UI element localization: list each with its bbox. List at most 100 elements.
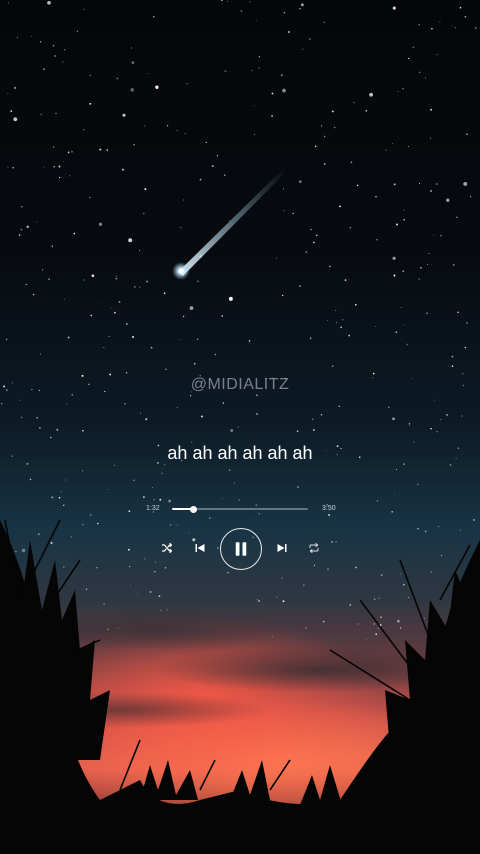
star — [324, 135, 326, 137]
star — [221, 315, 224, 317]
star — [463, 181, 468, 186]
star — [227, 571, 229, 574]
star — [298, 180, 302, 183]
star — [314, 145, 317, 148]
star — [133, 143, 135, 146]
star — [116, 77, 119, 80]
star — [430, 571, 433, 573]
star — [139, 250, 141, 252]
star — [90, 314, 93, 317]
star — [470, 196, 472, 198]
star — [456, 216, 458, 218]
pause-button[interactable] — [220, 528, 262, 570]
star — [282, 294, 284, 297]
star — [365, 110, 368, 112]
star — [106, 149, 108, 151]
star — [392, 256, 396, 260]
star — [327, 568, 329, 571]
star — [222, 498, 224, 500]
star — [369, 92, 373, 97]
star — [40, 113, 43, 116]
star — [271, 92, 274, 95]
star — [32, 293, 35, 296]
star — [1, 403, 3, 405]
star — [396, 223, 398, 226]
star — [288, 31, 290, 33]
star — [281, 577, 283, 579]
star — [403, 209, 405, 211]
star — [336, 321, 338, 323]
watermark-text: @MIDIALITZ — [190, 376, 290, 393]
progress-knob[interactable] — [190, 505, 198, 513]
star — [392, 143, 394, 145]
star — [451, 365, 454, 367]
star — [452, 264, 455, 266]
star — [128, 238, 133, 243]
star — [459, 6, 462, 9]
star — [155, 85, 159, 89]
star — [176, 407, 178, 409]
star — [372, 372, 375, 375]
star — [139, 286, 141, 288]
star — [335, 309, 337, 311]
star — [225, 70, 227, 72]
star — [100, 302, 102, 303]
star — [128, 510, 131, 513]
progress-bar[interactable] — [172, 505, 308, 513]
star — [431, 27, 433, 30]
star — [320, 413, 323, 416]
star — [297, 486, 299, 488]
star — [144, 558, 146, 560]
star — [331, 365, 334, 368]
star — [271, 115, 273, 117]
star — [434, 399, 436, 401]
star — [48, 278, 50, 280]
star — [68, 175, 71, 177]
star — [237, 426, 239, 428]
star — [152, 15, 155, 18]
repeat-button[interactable] — [307, 541, 321, 555]
star — [63, 566, 65, 568]
previous-button[interactable] — [193, 541, 207, 555]
star — [254, 133, 255, 135]
star — [349, 226, 352, 229]
star — [21, 548, 26, 553]
star — [50, 542, 53, 544]
star — [462, 373, 464, 375]
star — [54, 55, 56, 57]
star — [350, 161, 353, 164]
star — [256, 394, 258, 397]
star — [153, 499, 155, 501]
star — [205, 141, 207, 144]
current-time: 1:32 — [146, 505, 160, 512]
star — [64, 49, 66, 51]
star — [354, 303, 357, 306]
star — [282, 88, 286, 93]
star — [408, 57, 410, 60]
star — [329, 265, 331, 268]
star — [159, 498, 162, 501]
star — [67, 151, 70, 154]
star — [292, 212, 294, 215]
star — [320, 125, 323, 127]
star — [147, 73, 149, 74]
next-button[interactable] — [275, 541, 289, 555]
star — [256, 20, 258, 22]
star — [83, 279, 85, 281]
skip-next-icon — [277, 544, 287, 552]
star — [310, 228, 312, 231]
star — [430, 190, 432, 192]
star — [133, 479, 135, 482]
star — [127, 548, 130, 551]
star — [248, 340, 251, 342]
star — [417, 483, 419, 486]
star — [300, 3, 304, 7]
shuffle-button[interactable] — [160, 541, 174, 555]
star — [309, 337, 312, 340]
star — [313, 564, 316, 566]
star — [114, 464, 116, 466]
star — [299, 285, 301, 287]
star — [311, 418, 314, 421]
shuffle-icon — [161, 542, 173, 554]
star — [251, 69, 253, 71]
